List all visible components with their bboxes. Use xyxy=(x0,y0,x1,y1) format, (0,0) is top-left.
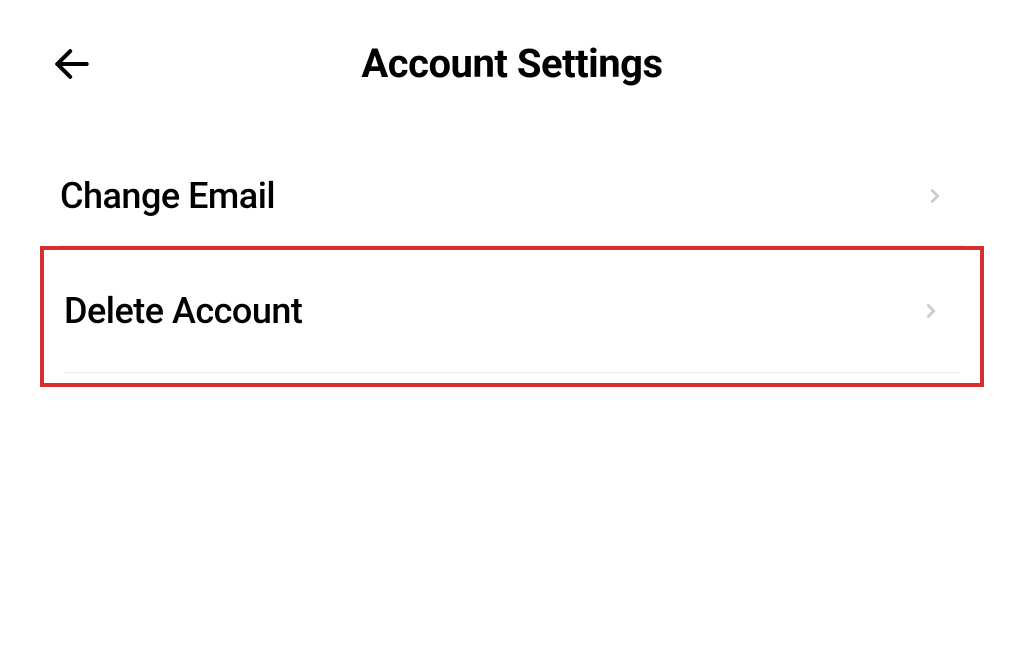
settings-list: Change Email Delete Account xyxy=(0,117,1024,387)
change-email-item[interactable]: Change Email xyxy=(60,147,964,246)
setting-label: Change Email xyxy=(60,175,275,217)
chevron-right-icon xyxy=(924,185,946,207)
arrow-left-icon xyxy=(50,42,94,86)
page-title: Account Settings xyxy=(50,40,974,87)
highlight-box: Delete Account xyxy=(40,246,984,387)
setting-item-wrap: Change Email xyxy=(40,147,984,246)
back-button[interactable] xyxy=(50,42,94,86)
delete-account-item[interactable]: Delete Account xyxy=(64,250,960,373)
setting-label: Delete Account xyxy=(64,290,302,332)
chevron-right-icon xyxy=(920,300,942,322)
header: Account Settings xyxy=(0,0,1024,117)
